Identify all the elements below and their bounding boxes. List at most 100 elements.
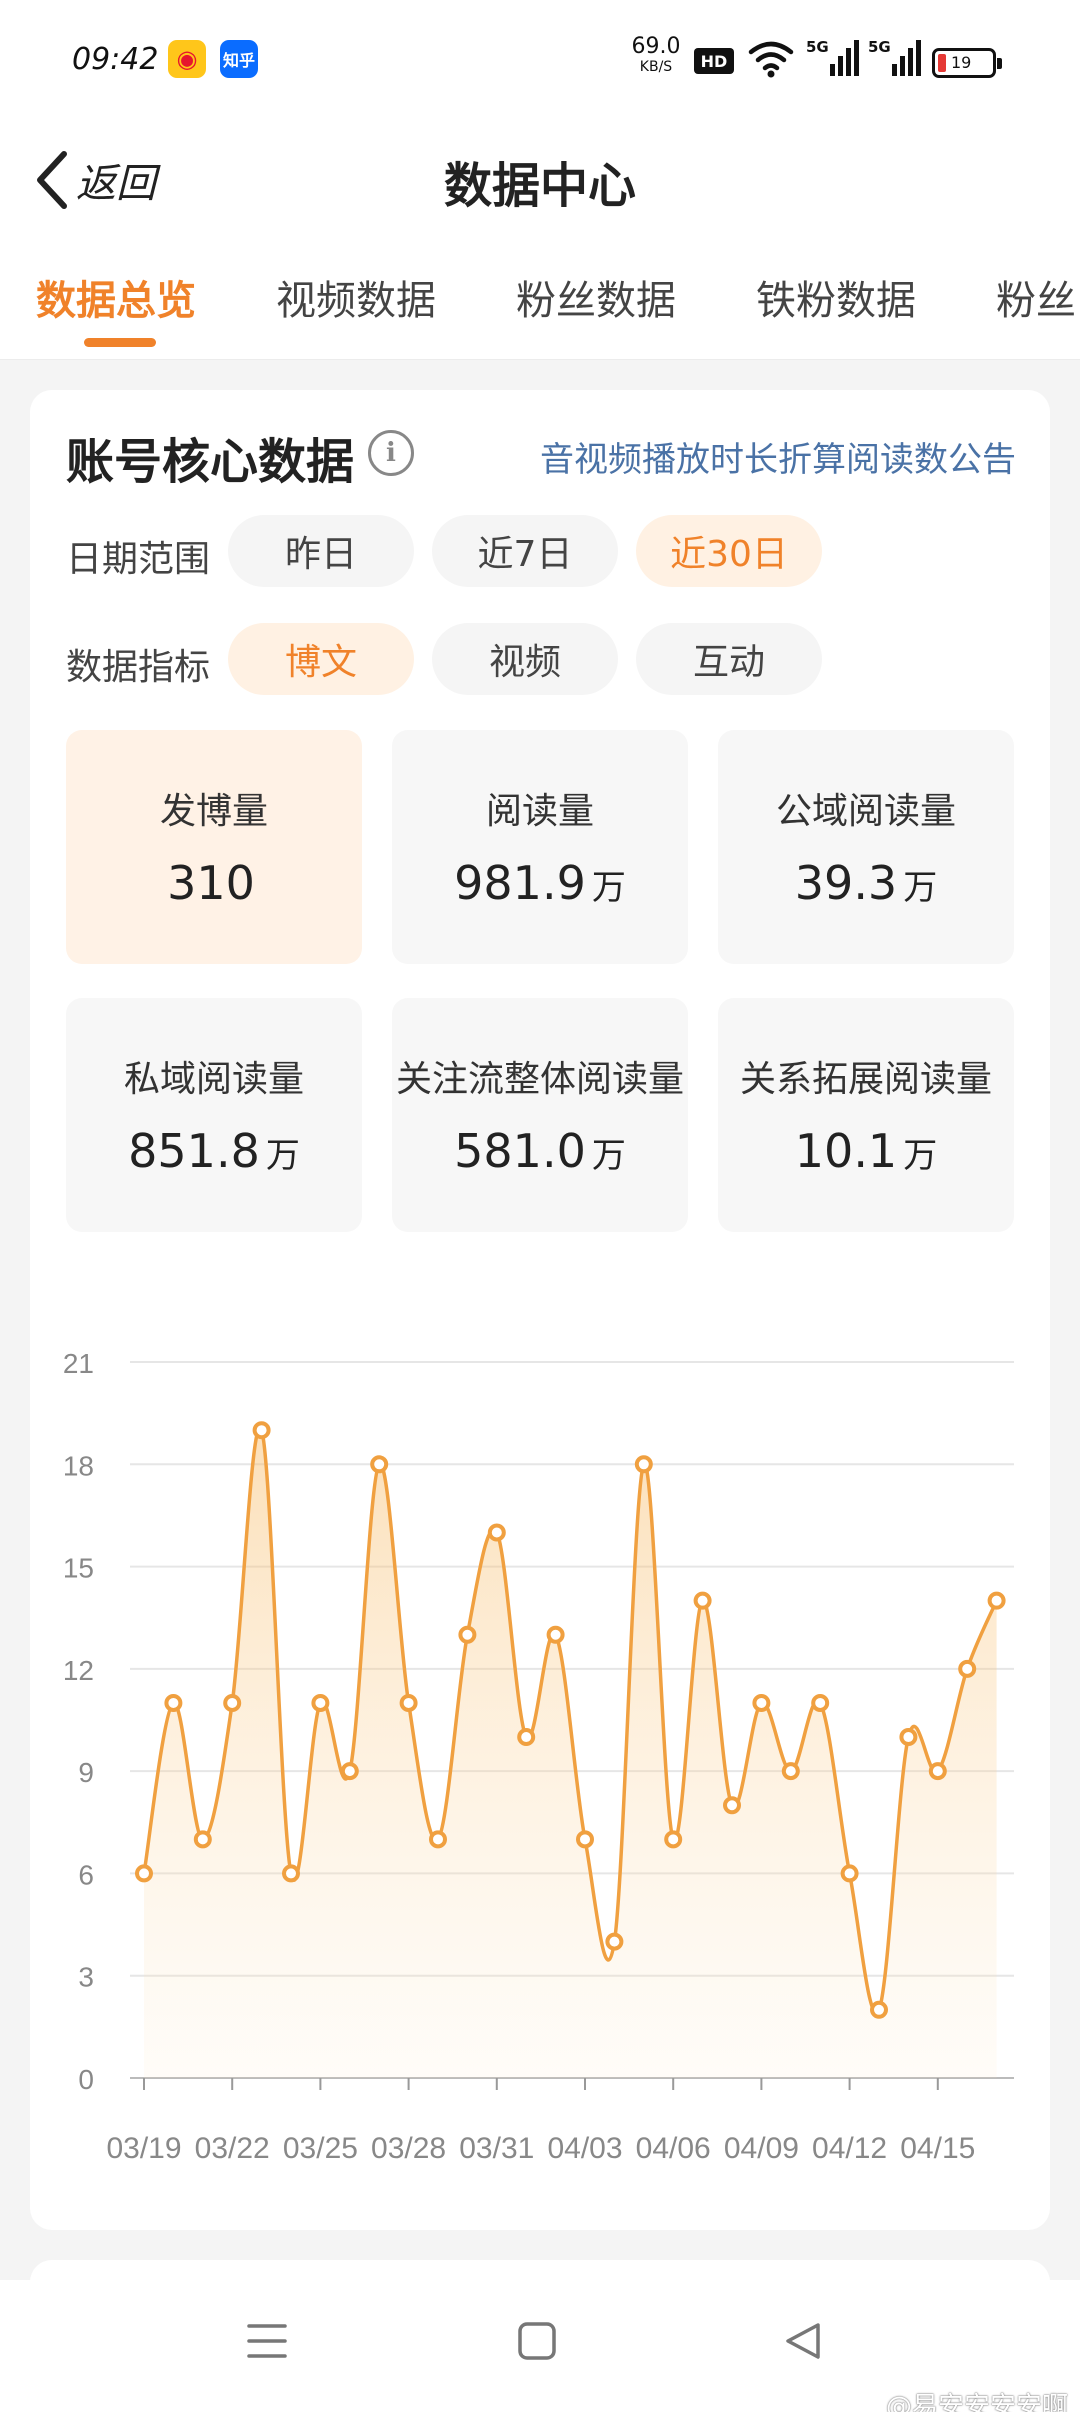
network-speed-value: 69.0 [631, 34, 681, 59]
metric-value: 39.3 万 [718, 856, 1014, 910]
metric-label: 发博量 [159, 791, 268, 832]
tab-overview[interactable]: 数据总览 [36, 268, 196, 326]
x-tick-label: 04/15 [900, 2132, 975, 2160]
data-point [840, 1864, 859, 1883]
metric-unit: 万 [903, 1136, 938, 1176]
x-tick-label: 03/28 [371, 2132, 446, 2160]
metric-label: 关注流整体阅读量 [395, 1059, 684, 1100]
data-point [340, 1762, 359, 1781]
data-point [870, 2000, 888, 2019]
metric-value: 310 [66, 856, 362, 910]
date-option-7days[interactable]: 近7日 [432, 515, 618, 587]
date-range-label: 日期范围 [66, 539, 211, 580]
tab-bar: 数据总览 视频数据 粉丝数据 铁粉数据 粉丝 [0, 240, 1080, 360]
metric-unit: 万 [591, 1136, 626, 1176]
metric-number: 981.9 [454, 856, 586, 910]
data-point [752, 1693, 771, 1712]
tab-fans-data[interactable]: 粉丝数据 [516, 268, 676, 326]
metric-unit: 万 [265, 1136, 300, 1176]
data-point [164, 1693, 183, 1712]
metric-label: 阅读量 [485, 791, 594, 832]
page-title: 数据中心 [443, 158, 636, 214]
metric-label: 关系拓展阅读量 [739, 1059, 992, 1100]
metric-card-reads[interactable]: 阅读量 981.9 万 [392, 730, 688, 964]
data-point [664, 1830, 683, 1849]
watermark: @易安安安安啊 [885, 2392, 1068, 2412]
tab-active-indicator [84, 338, 156, 347]
y-tick-label: 21 [63, 1348, 94, 1379]
metric-value: 581.0 万 [392, 1124, 688, 1178]
zhihu-app-icon: 知乎 [220, 40, 258, 78]
data-point [223, 1693, 242, 1712]
y-tick-label: 18 [63, 1450, 94, 1481]
metric-number: 39.3 [794, 856, 898, 910]
metric-unit: 万 [903, 868, 938, 908]
metric-value: 981.9 万 [392, 856, 688, 910]
home-icon[interactable] [516, 2320, 558, 2362]
y-tick-label: 6 [78, 1859, 94, 1890]
y-tick-label: 15 [63, 1553, 94, 1584]
metric-option-video[interactable]: 视频 [432, 623, 618, 695]
back-triangle-icon[interactable] [782, 2320, 824, 2362]
y-tick-label: 12 [63, 1655, 94, 1686]
network-speed-unit: KB/S [639, 59, 673, 75]
metric-unit: 万 [591, 868, 626, 908]
data-point [517, 1728, 536, 1747]
metric-label: 私域阅读量 [123, 1059, 304, 1100]
data-point [458, 1625, 477, 1644]
data-point [370, 1455, 389, 1474]
date-option-yesterday[interactable]: 昨日 [228, 515, 414, 587]
metric-value: 10.1 万 [718, 1124, 1014, 1178]
metric-number: 310 [167, 856, 255, 910]
tab-iron-fans-data[interactable]: 铁粉数据 [756, 268, 916, 326]
network-speed: 69.0 KB/S [628, 34, 684, 75]
data-point [252, 1421, 271, 1440]
data-point [634, 1455, 653, 1474]
x-tick-label: 03/25 [283, 2132, 358, 2160]
card-title: 账号核心数据 [66, 434, 355, 490]
x-tick-label: 04/06 [636, 2132, 711, 2160]
signal-icon-2: 5G [868, 38, 921, 76]
date-option-30days[interactable]: 近30日 [636, 515, 822, 587]
status-bar: 09:42 ◉ 知乎 69.0 KB/S HD 5G 5G 19 [0, 0, 1080, 120]
x-tick-label: 04/12 [812, 2132, 887, 2160]
hd-badge: HD [694, 48, 734, 74]
data-point [958, 1659, 977, 1678]
wifi-icon [748, 41, 794, 78]
metric-number: 581.0 [454, 1124, 586, 1178]
metric-card-follow-feed-reads[interactable]: 关注流整体阅读量 581.0 万 [392, 998, 688, 1232]
metric-label: 公域阅读量 [775, 791, 956, 832]
y-tick-label: 0 [78, 2064, 94, 2095]
battery-level: 19 [951, 53, 972, 72]
data-point [723, 1796, 741, 1815]
data-point [899, 1728, 918, 1747]
metric-card-relation-reads[interactable]: 关系拓展阅读量 10.1 万 [718, 998, 1014, 1232]
metric-type-label: 数据指标 [66, 647, 211, 688]
notice-link[interactable]: 音视频播放时长折算阅读数公告 [540, 432, 1016, 481]
nav-bar: 返回 数据中心 [0, 120, 1080, 240]
signal-icon-1: 5G [806, 38, 859, 76]
menu-icon[interactable] [246, 2320, 288, 2362]
x-tick-label: 04/03 [547, 2132, 622, 2160]
x-tick-label: 03/22 [195, 2132, 270, 2160]
data-point [429, 1830, 447, 1849]
data-point [487, 1523, 506, 1542]
metric-option-posts[interactable]: 博文 [228, 623, 414, 695]
data-point [193, 1830, 212, 1849]
x-tick-label: 03/31 [459, 2132, 534, 2160]
info-icon[interactable]: i [368, 430, 414, 476]
metric-card-public-reads[interactable]: 公域阅读量 39.3 万 [718, 730, 1014, 964]
y-tick-label: 9 [78, 1757, 94, 1788]
metric-card-private-reads[interactable]: 私域阅读量 851.8 万 [66, 998, 362, 1232]
tab-fans-more[interactable]: 粉丝 [996, 268, 1076, 326]
data-point [781, 1762, 800, 1781]
metric-option-interaction[interactable]: 互动 [636, 623, 822, 695]
data-point [987, 1591, 1006, 1610]
data-point [576, 1830, 594, 1849]
network-type-1: 5G [806, 38, 829, 56]
metric-card-posts[interactable]: 发博量 310 [66, 730, 362, 964]
tab-video-data[interactable]: 视频数据 [276, 268, 436, 326]
data-point [546, 1625, 565, 1644]
metric-number: 10.1 [794, 1124, 898, 1178]
data-point [693, 1591, 712, 1610]
